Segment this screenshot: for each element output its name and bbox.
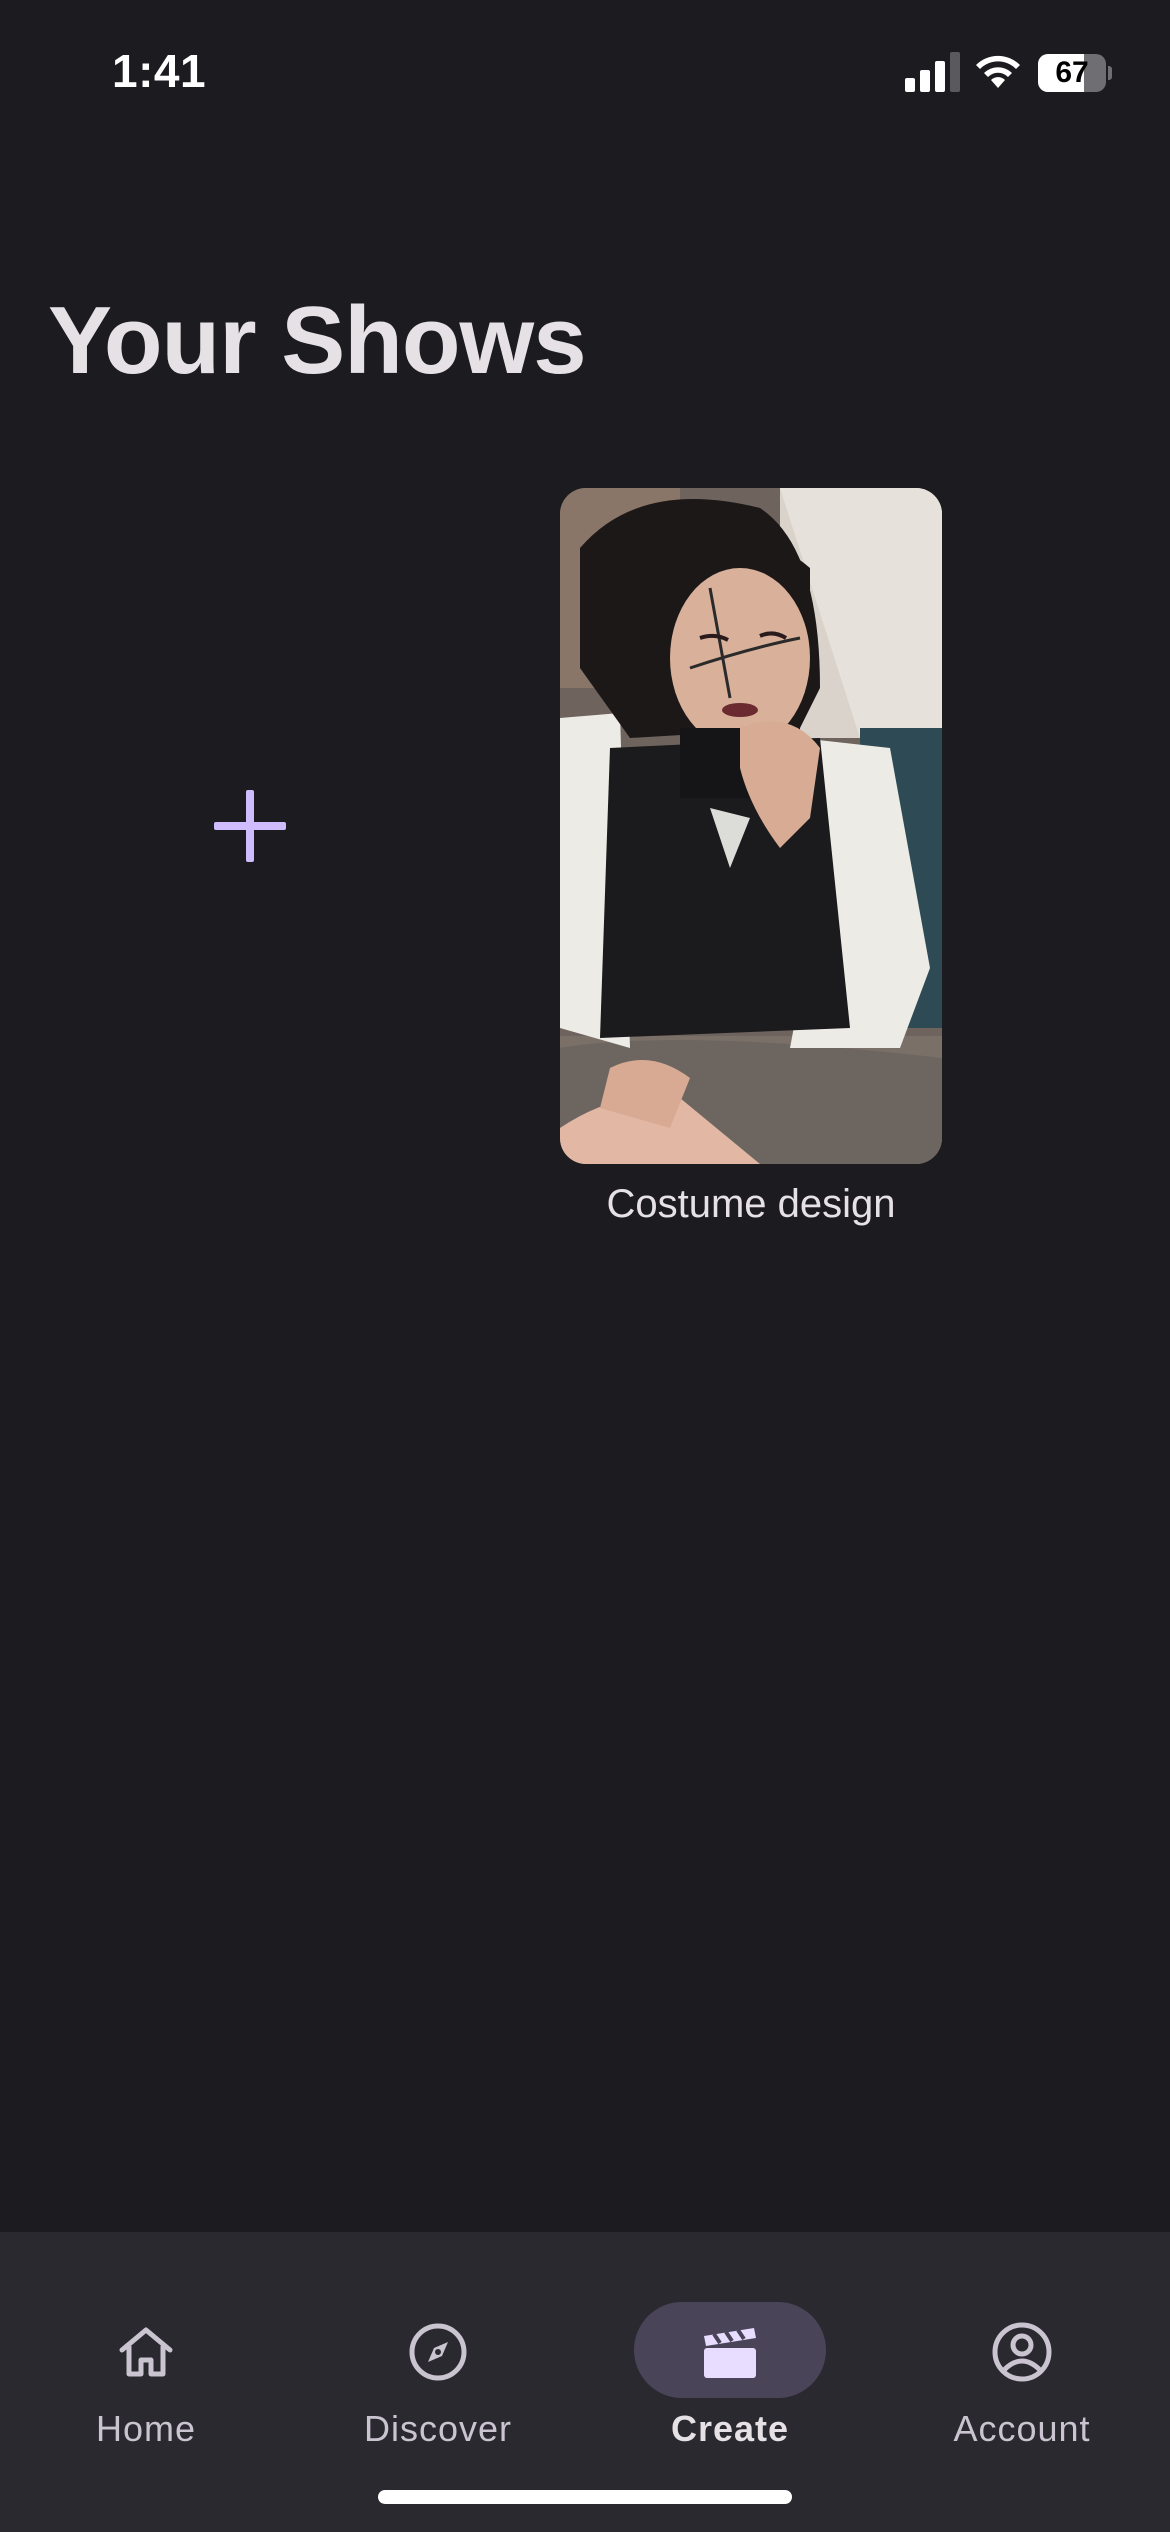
- nav-label-create: Create: [670, 2408, 790, 2449]
- home-icon: [119, 2327, 173, 2377]
- cellular-signal-icon: [905, 52, 960, 92]
- battery-indicator: 67: [1038, 54, 1112, 92]
- show-thumbnail-image: [560, 488, 942, 1164]
- home-indicator: [378, 2490, 792, 2504]
- battery-nub: [1108, 66, 1112, 80]
- plus-icon: [214, 790, 286, 862]
- nav-label-home: Home: [95, 2408, 197, 2449]
- nav-item-home[interactable]: Home: [0, 2268, 292, 2449]
- status-bar: 1:41 67: [0, 0, 1170, 150]
- compass-icon: [409, 2323, 467, 2381]
- wifi-icon: [976, 55, 1020, 88]
- account-circle-icon: [992, 2322, 1052, 2382]
- show-title: Costume design: [606, 1182, 896, 1226]
- nav-item-create[interactable]: Create: [584, 2268, 876, 2449]
- add-show-button[interactable]: [60, 488, 440, 1164]
- page-title: Your Shows: [48, 287, 587, 394]
- show-thumbnail[interactable]: [560, 488, 942, 1164]
- nav-label-account: Account: [953, 2408, 1091, 2449]
- battery-body: 67: [1038, 54, 1106, 92]
- bottom-navigation: Home Discover Create Account: [0, 2232, 1170, 2532]
- nav-item-account[interactable]: Account: [876, 2268, 1168, 2449]
- nav-item-discover[interactable]: Discover: [292, 2268, 584, 2449]
- nav-label-discover: Discover: [363, 2408, 513, 2449]
- status-time: 1:41: [112, 45, 207, 97]
- clapperboard-icon: [704, 2328, 756, 2378]
- battery-level: 67: [1055, 56, 1089, 89]
